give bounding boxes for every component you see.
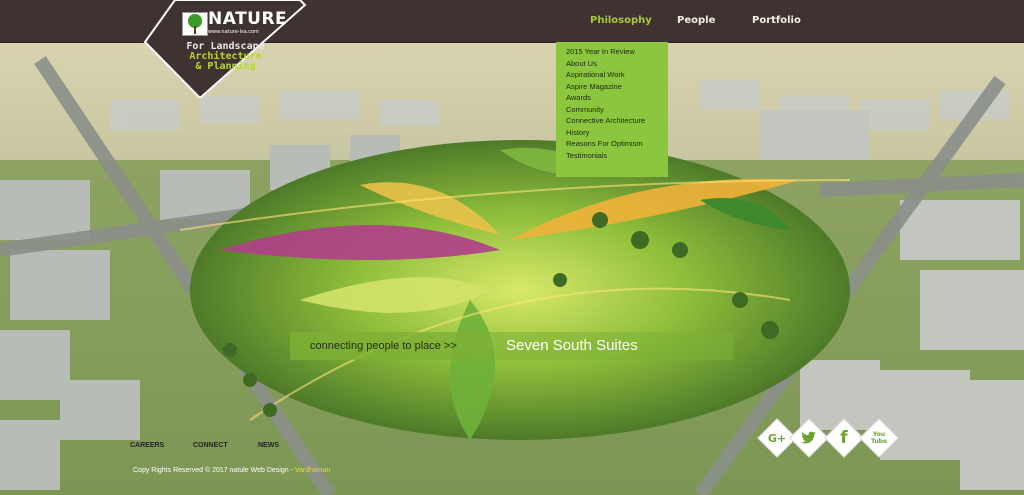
- banner-title-box: Seven South Suites: [490, 332, 733, 360]
- facebook-icon: f: [840, 428, 848, 448]
- footer-link-connect[interactable]: CONNECT: [193, 442, 228, 449]
- logo-tagline-line-3: & Planning: [195, 61, 256, 72]
- menu-item-about-us[interactable]: About Us: [556, 58, 668, 70]
- designer-link[interactable]: Vardhaman: [295, 467, 331, 474]
- menu-item-reasons-for-optimism[interactable]: Reasons For Optimism: [556, 138, 668, 150]
- footer-link-news[interactable]: NEWS: [258, 442, 279, 449]
- google-plus-icon: G+: [767, 431, 787, 445]
- nav-philosophy[interactable]: Philosophy: [590, 15, 652, 26]
- copyright-label: Copy Rights Reserved © 2017 natule Web D…: [133, 467, 295, 474]
- menu-item-aspire-magazine[interactable]: Aspire Magazine: [556, 81, 668, 93]
- tree-logo-icon: [182, 12, 208, 36]
- menu-item-2015-year-in-review[interactable]: 2015 Year In Review: [556, 46, 668, 58]
- twitter-icon: [796, 425, 822, 451]
- copyright-text: Copy Rights Reserved © 2017 natule Web D…: [133, 467, 331, 474]
- feature-banner: connecting people to place >> Seven Sout…: [290, 332, 733, 360]
- logo-url: www.nature-lsa.com: [208, 29, 259, 35]
- youtube-icon-text-1: You: [872, 431, 886, 438]
- menu-item-aspirational-work[interactable]: Aspirational Work: [556, 69, 668, 81]
- site-logo[interactable]: NATURE www.nature-lsa.com For Landscape …: [140, 0, 310, 98]
- logo-tagline: For Landscape Architecture & Planning: [148, 42, 303, 72]
- banner-title: Seven South Suites: [506, 337, 638, 354]
- menu-item-connective-architecture[interactable]: Connective Architecture: [556, 115, 668, 127]
- banner-tag-box[interactable]: connecting people to place >>: [290, 332, 490, 360]
- logo-title: NATURE: [208, 9, 288, 29]
- footer-link-careers[interactable]: CAREERS: [130, 442, 164, 449]
- banner-tagline-link[interactable]: connecting people to place >>: [310, 340, 457, 352]
- youtube-icon-text-2: Tube: [870, 438, 888, 445]
- menu-item-awards[interactable]: Awards: [556, 92, 668, 104]
- youtube-icon: You Tube: [866, 425, 892, 451]
- nav-people[interactable]: People: [677, 15, 715, 26]
- menu-item-community[interactable]: Community: [556, 104, 668, 116]
- nav-portfolio[interactable]: Portfolio: [752, 15, 801, 26]
- philosophy-dropdown-menu: 2015 Year In Review About Us Aspirationa…: [556, 42, 668, 177]
- menu-item-testimonials[interactable]: Testimonials: [556, 150, 668, 162]
- menu-item-history[interactable]: History: [556, 127, 668, 139]
